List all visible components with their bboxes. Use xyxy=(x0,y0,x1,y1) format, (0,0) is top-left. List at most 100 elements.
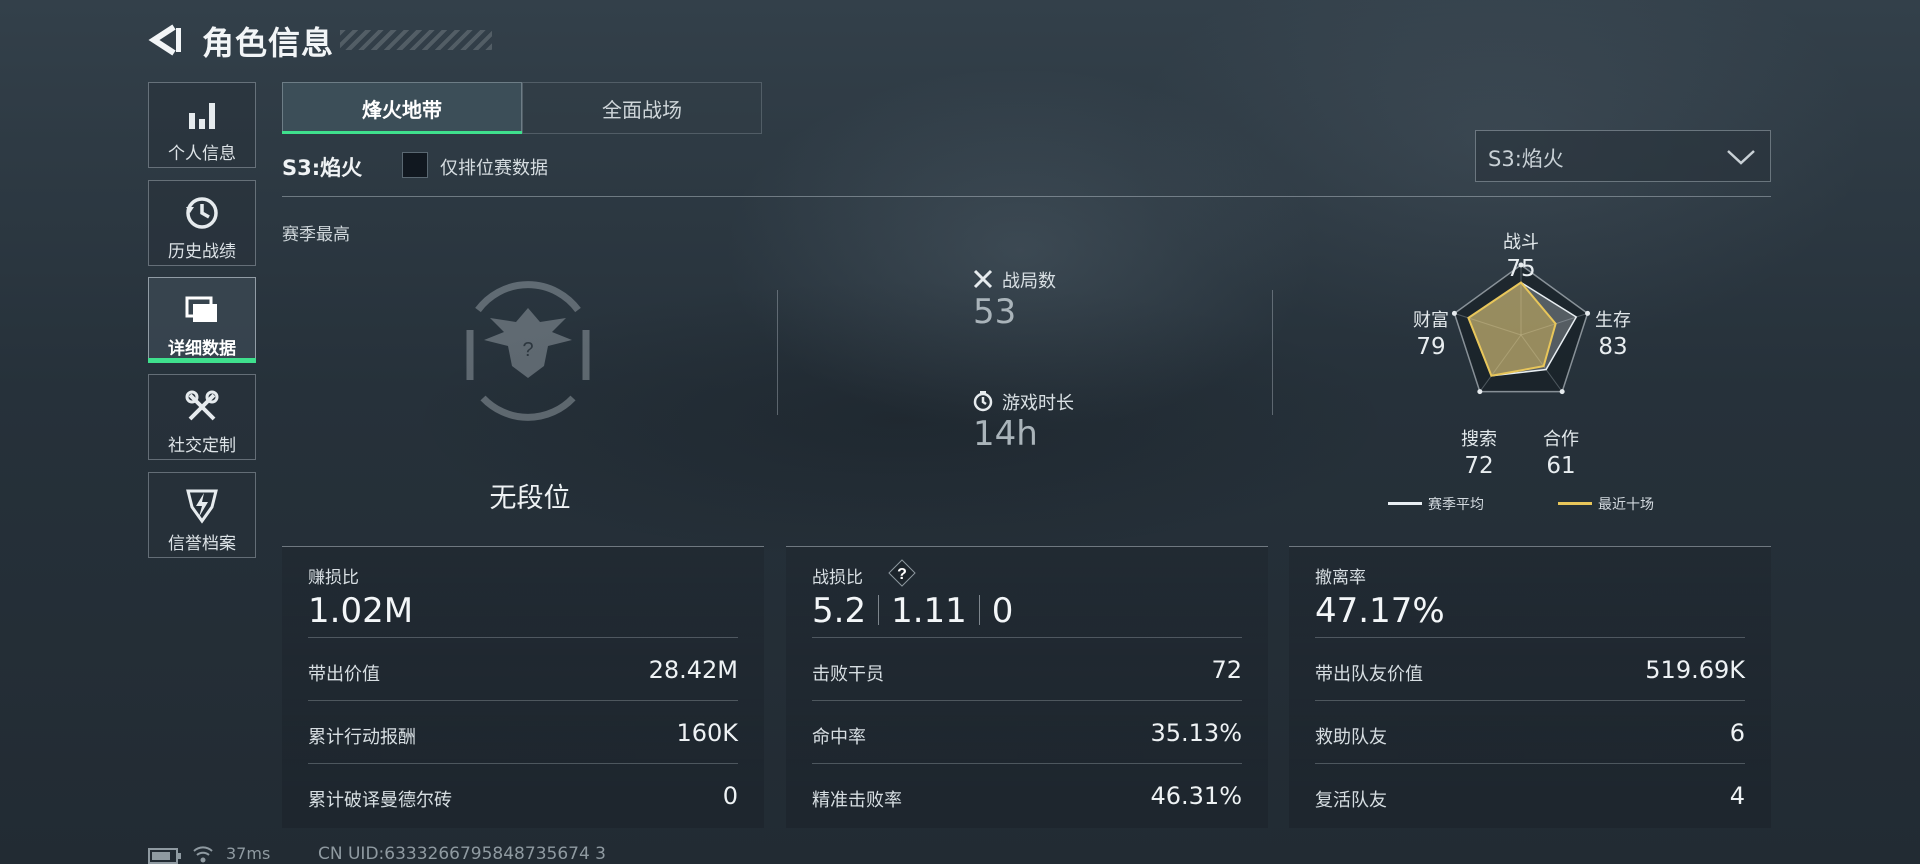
radar-value-combat: 75 xyxy=(1506,256,1536,282)
help-icon[interactable]: ? xyxy=(888,559,916,587)
value-separator xyxy=(878,595,880,625)
row-value: 6 xyxy=(1729,719,1745,747)
row-value: 35.13% xyxy=(1150,719,1242,747)
ping-readout: 37ms xyxy=(226,844,271,863)
radar-label-cooperation: 合作 xyxy=(1543,429,1579,450)
matches-value: 53 xyxy=(973,292,1017,332)
folder-icon xyxy=(185,296,217,322)
wifi-icon xyxy=(193,846,213,863)
season-dropdown-value: S3:焰火 xyxy=(1488,147,1564,171)
panel-row: 带出价值 28.42M xyxy=(308,637,738,700)
kd-ratio-panel: 战损比 ? 5.2 1.11 0 击败干员 72 命中率 35.13% 精准击败率 … xyxy=(786,546,1268,828)
row-value: 28.42M xyxy=(648,656,738,684)
value-separator xyxy=(978,595,980,625)
row-label: 带出价值 xyxy=(308,664,380,685)
title-decoration xyxy=(340,30,492,50)
kd-value: 5.2 xyxy=(812,591,867,631)
sidebar-item-label: 社交定制 xyxy=(168,436,236,456)
sidebar-item-label: 详细数据 xyxy=(168,339,236,359)
section-divider xyxy=(282,196,1771,197)
legend-swatch-recent xyxy=(1558,502,1592,505)
extraction-rate-panel: 撤离率 47.17% 带出队友价值 519.69K 救助队友 6 复活队友 4 xyxy=(1289,546,1771,828)
radar-label-combat: 战斗 xyxy=(1503,232,1539,253)
row-label: 命中率 xyxy=(812,727,866,748)
row-value: 72 xyxy=(1211,656,1242,684)
sidebar-item-social[interactable]: 社交定制 xyxy=(148,374,256,460)
kd-value: 1.11 xyxy=(891,591,967,631)
radar-value-cooperation: 61 xyxy=(1546,453,1576,479)
row-label: 救助队友 xyxy=(1315,727,1387,748)
tab-full-battlefield[interactable]: 全面战场 xyxy=(522,82,762,134)
row-value: 46.31% xyxy=(1150,782,1242,810)
row-value: 4 xyxy=(1729,782,1745,810)
sidebar-item-label: 信誉档案 xyxy=(168,534,236,554)
sidebar-item-label: 个人信息 xyxy=(168,144,236,164)
column-divider xyxy=(777,290,778,415)
shield-lightning-icon xyxy=(186,489,218,524)
sidebar-item-detailed-data[interactable]: 详细数据 xyxy=(148,277,256,363)
column-divider xyxy=(1272,290,1273,415)
panel-title: 赚损比 xyxy=(308,568,359,588)
row-label: 精准击败率 xyxy=(812,790,902,811)
radar-value-wealth: 79 xyxy=(1416,334,1446,360)
panel-row: 救助队友 6 xyxy=(1315,700,1745,763)
bar-chart-icon xyxy=(189,103,215,129)
rank-text: 无段位 xyxy=(489,483,571,514)
row-label: 累计破译曼德尔砖 xyxy=(308,790,452,811)
back-arrow-icon[interactable] xyxy=(148,22,184,58)
radar-label-search: 搜索 xyxy=(1461,429,1497,450)
page-title: 角色信息 xyxy=(202,24,335,62)
panel-row: 击败干员 72 xyxy=(812,637,1242,700)
row-value: 0 xyxy=(722,782,738,810)
row-value: 160K xyxy=(676,719,738,747)
radar-value-search: 72 xyxy=(1464,453,1494,479)
sidebar-item-personal-info[interactable]: 个人信息 xyxy=(148,82,256,168)
radar-vertex-dot xyxy=(1477,389,1483,395)
season-best-label: 赛季最高 xyxy=(282,225,350,245)
panel-main-value: 47.17% xyxy=(1315,591,1445,631)
playtime-value: 14h xyxy=(973,414,1038,454)
svg-text:?: ? xyxy=(522,339,533,361)
radar-label-wealth: 财富 xyxy=(1413,310,1449,331)
timer-icon xyxy=(973,391,993,412)
ranked-only-label[interactable]: 仅排位赛数据 xyxy=(440,154,548,180)
panel-row: 复活队友 4 xyxy=(1315,763,1745,826)
history-clock-icon xyxy=(186,197,218,229)
season-dropdown[interactable]: S3:焰火 xyxy=(1475,130,1771,182)
panel-main-value: 5.2 1.11 0 xyxy=(812,591,1013,631)
svg-text:?: ? xyxy=(897,566,907,583)
legend-label-recent: 最近十场 xyxy=(1598,497,1654,513)
chevron-down-icon xyxy=(1727,150,1755,165)
legend-label-season-avg: 赛季平均 xyxy=(1428,497,1484,513)
player-uid: CN UID:6333266795848735674 3 xyxy=(318,844,606,864)
tab-active-underline xyxy=(282,131,522,134)
row-label: 带出队友价值 xyxy=(1315,664,1423,685)
radar-label-survival: 生存 xyxy=(1595,310,1631,331)
active-indicator xyxy=(148,358,256,363)
sidebar-item-label: 历史战绩 xyxy=(168,242,236,262)
legend-swatch-season-avg xyxy=(1388,502,1422,505)
panel-main-value: 1.02M xyxy=(308,591,414,631)
matches-label: 战局数 xyxy=(1002,271,1056,292)
crossed-swords-icon xyxy=(973,269,993,289)
row-label: 击败干员 xyxy=(812,664,884,685)
sidebar-item-reputation[interactable]: 信誉档案 xyxy=(148,472,256,558)
panel-row: 累计破译曼德尔砖 0 xyxy=(308,763,738,826)
panel-row: 带出队友价值 519.69K xyxy=(1315,637,1745,700)
row-value: 519.69K xyxy=(1645,656,1745,684)
row-label: 复活队友 xyxy=(1315,790,1387,811)
panel-title: 战损比 xyxy=(812,568,863,588)
ranked-only-checkbox[interactable] xyxy=(402,152,428,178)
panel-row: 命中率 35.13% xyxy=(812,700,1242,763)
rank-emblem-icon: ? xyxy=(466,281,590,421)
row-label: 累计行动报酬 xyxy=(308,727,416,748)
kd-value: 0 xyxy=(991,591,1014,631)
sidebar-item-match-history[interactable]: 历史战绩 xyxy=(148,180,256,266)
tab-hazard-zone[interactable]: 烽火地带 xyxy=(282,82,522,134)
panel-row: 累计行动报酬 160K xyxy=(308,700,738,763)
radar-value-survival: 83 xyxy=(1598,334,1628,360)
panel-title: 撤离率 xyxy=(1315,568,1366,588)
radar-vertex-dot xyxy=(1559,389,1565,395)
panel-row: 精准击败率 46.31% xyxy=(812,763,1242,826)
tools-icon xyxy=(185,390,219,421)
